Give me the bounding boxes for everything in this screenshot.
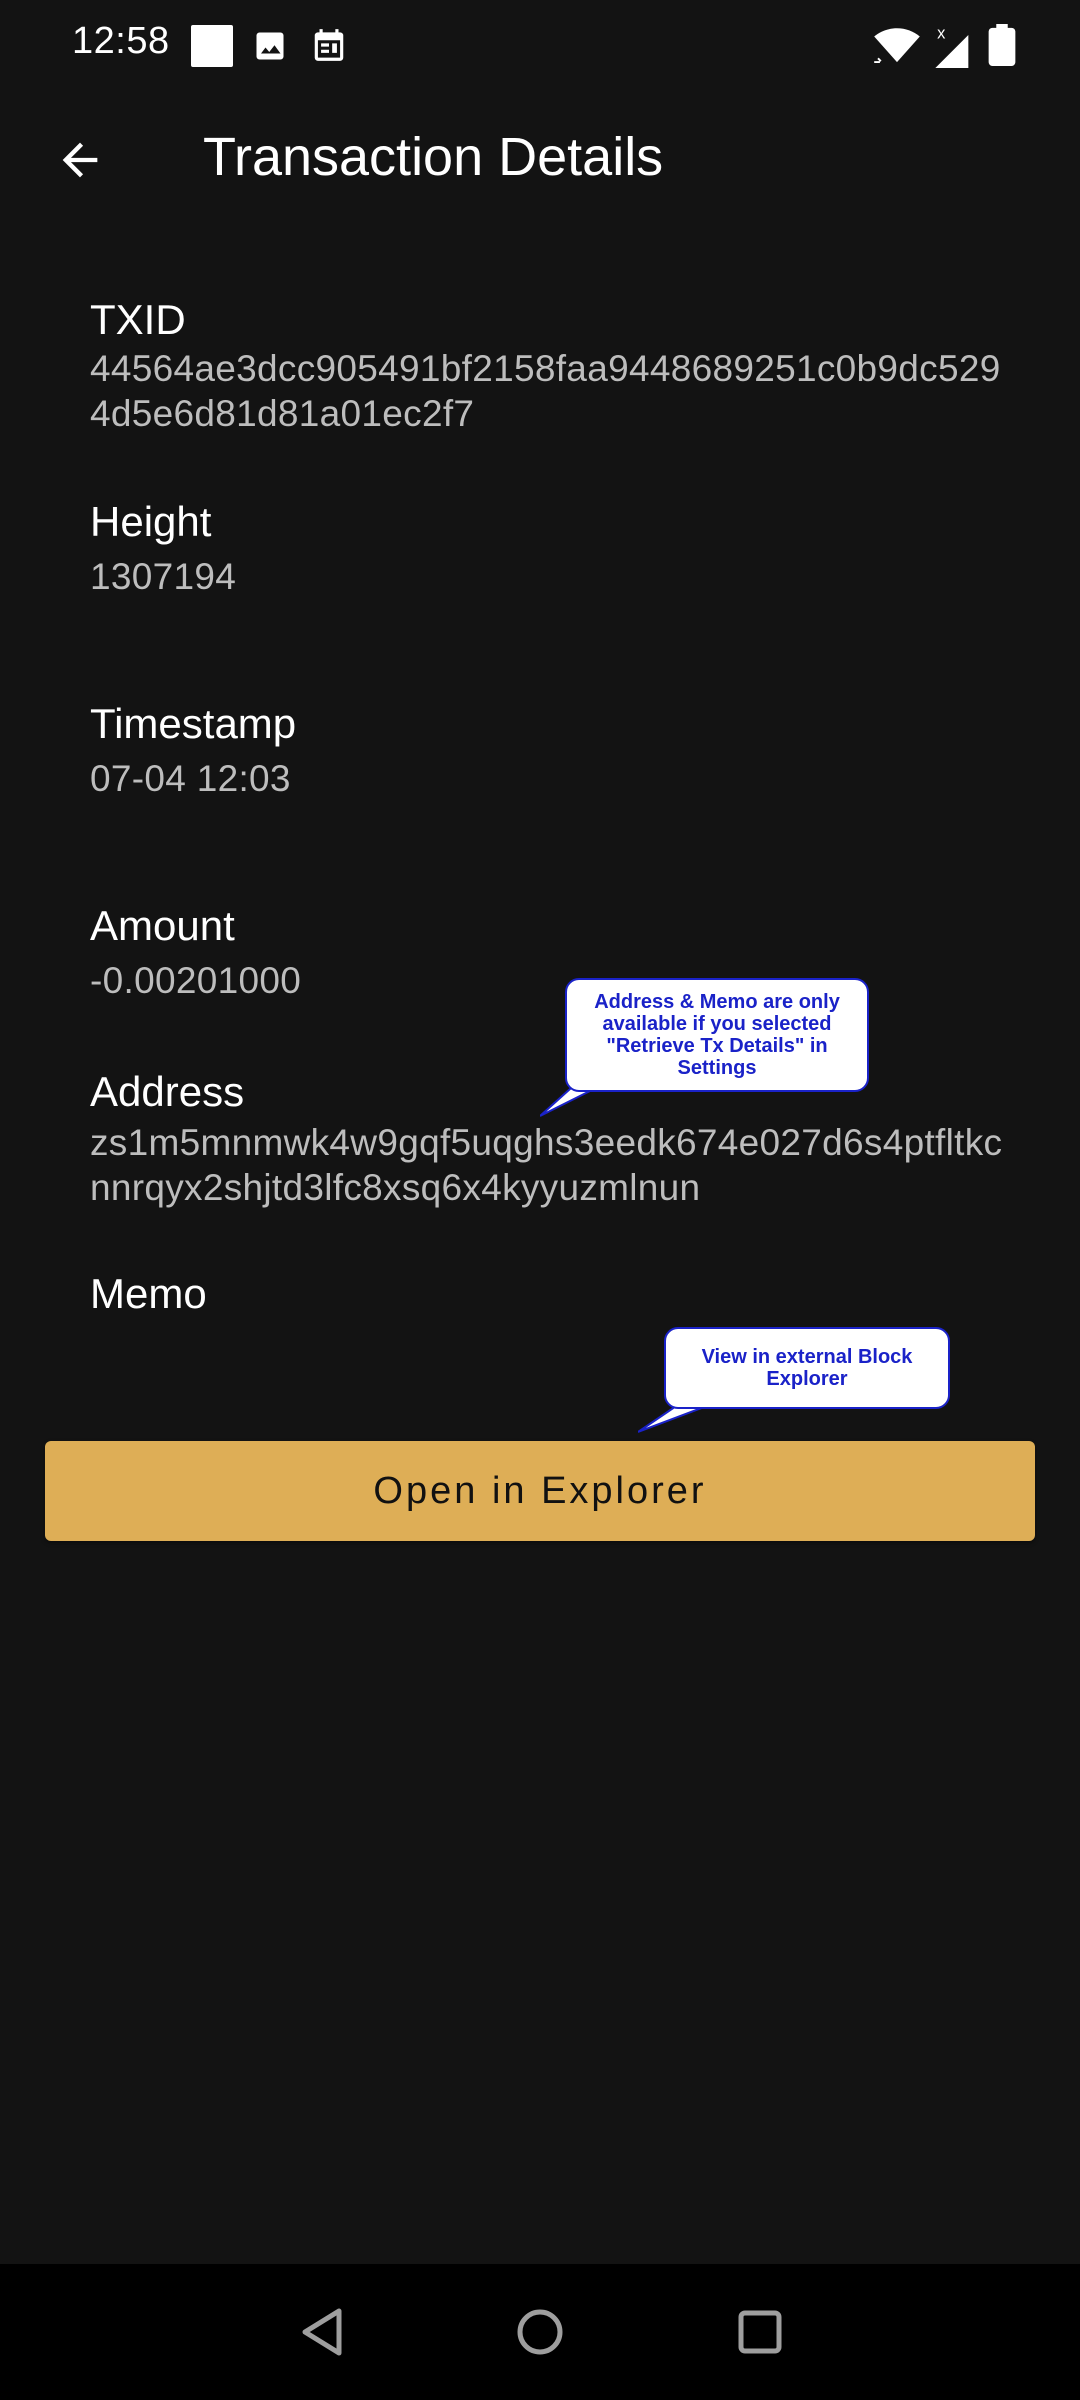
timestamp-field: Timestamp 07-04 12:03 [90, 698, 1010, 801]
nav-recents-button[interactable] [730, 2302, 790, 2362]
triangle-back-icon [302, 2308, 342, 2356]
txid-label: TXID [90, 296, 186, 343]
address-value: zs1m5mnmwk4w9gqf5uqghs3eedk674e027d6s4pt… [90, 1122, 1003, 1208]
txid-field: TXID 44564ae3dcc905491bf2158faa944868925… [90, 294, 1010, 436]
navigation-bar [0, 2264, 1080, 2400]
circle-home-icon [517, 2309, 563, 2355]
status-bar: 12:58 x [0, 0, 1080, 92]
memo-label: Memo [90, 1270, 207, 1317]
arrow-left-icon [62, 142, 98, 178]
notification-square-icon [191, 25, 233, 67]
nav-home-button[interactable] [510, 2302, 570, 2362]
svg-text:x: x [937, 25, 946, 43]
height-label: Height [90, 498, 212, 545]
signal-icon: x [929, 24, 971, 73]
txid-value: 44564ae3dcc905491bf2158faa9448689251c0b9… [90, 348, 1001, 434]
height-value: 1307194 [90, 556, 237, 597]
timestamp-label: Timestamp [90, 700, 297, 747]
amount-label: Amount [90, 902, 235, 949]
status-time: 12:58 [72, 20, 170, 62]
timestamp-value: 07-04 12:03 [90, 758, 291, 799]
amount-field: Amount -0.00201000 [90, 900, 1010, 1003]
back-button[interactable] [40, 120, 120, 200]
calendar-icon [310, 26, 348, 69]
open-in-explorer-button[interactable]: Open in Explorer [45, 1441, 1035, 1541]
page-title: Transaction Details [203, 127, 664, 187]
explorer-callout: View in external Block Explorer [664, 1327, 950, 1409]
address-memo-callout: Address & Memo are only available if you… [565, 978, 869, 1092]
image-icon [252, 28, 288, 69]
square-recents-icon [738, 2310, 782, 2354]
app-bar: Transaction Details [0, 100, 1080, 220]
amount-value: -0.00201000 [90, 960, 302, 1001]
height-field: Height 1307194 [90, 496, 1010, 599]
memo-field: Memo [90, 1268, 1010, 1320]
wifi-icon [874, 26, 920, 69]
nav-back-button[interactable] [292, 2302, 352, 2362]
battery-icon [988, 24, 1016, 71]
